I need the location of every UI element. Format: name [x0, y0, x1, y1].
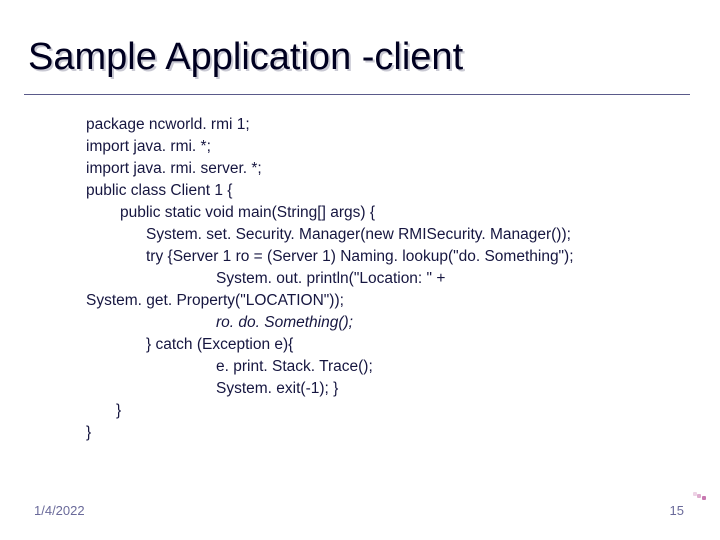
- title-underline: [24, 94, 690, 96]
- slide-title: Sample Application -client: [28, 38, 463, 78]
- code-line: }: [86, 422, 660, 444]
- code-line: System. set. Security. Manager(new RMISe…: [86, 224, 660, 246]
- code-line: }: [86, 400, 660, 422]
- code-line: import java. rmi. *;: [86, 136, 660, 158]
- code-line: e. print. Stack. Trace();: [86, 356, 660, 378]
- code-line: System. get. Property("LOCATION"));: [86, 290, 660, 312]
- code-line: System. exit(-1); }: [86, 378, 660, 400]
- corner-accent-icon: [694, 492, 706, 500]
- code-line: ro. do. Something();: [86, 312, 660, 334]
- code-line: System. out. println("Location: " +: [86, 268, 660, 290]
- code-block: package ncworld. rmi 1; import java. rmi…: [86, 114, 660, 444]
- code-line: public class Client 1 {: [86, 180, 660, 202]
- footer-page-number: 15: [670, 503, 684, 518]
- code-line: } catch (Exception e){: [86, 334, 660, 356]
- code-emphasis: ro. do. Something();: [216, 314, 353, 331]
- code-line: import java. rmi. server. *;: [86, 158, 660, 180]
- code-line: try {Server 1 ro = (Server 1) Naming. lo…: [86, 246, 660, 268]
- code-line: package ncworld. rmi 1;: [86, 114, 660, 136]
- slide: Sample Application -client Sample Applic…: [0, 0, 720, 540]
- code-line: public static void main(String[] args) {: [86, 202, 660, 224]
- footer-date: 1/4/2022: [34, 503, 85, 518]
